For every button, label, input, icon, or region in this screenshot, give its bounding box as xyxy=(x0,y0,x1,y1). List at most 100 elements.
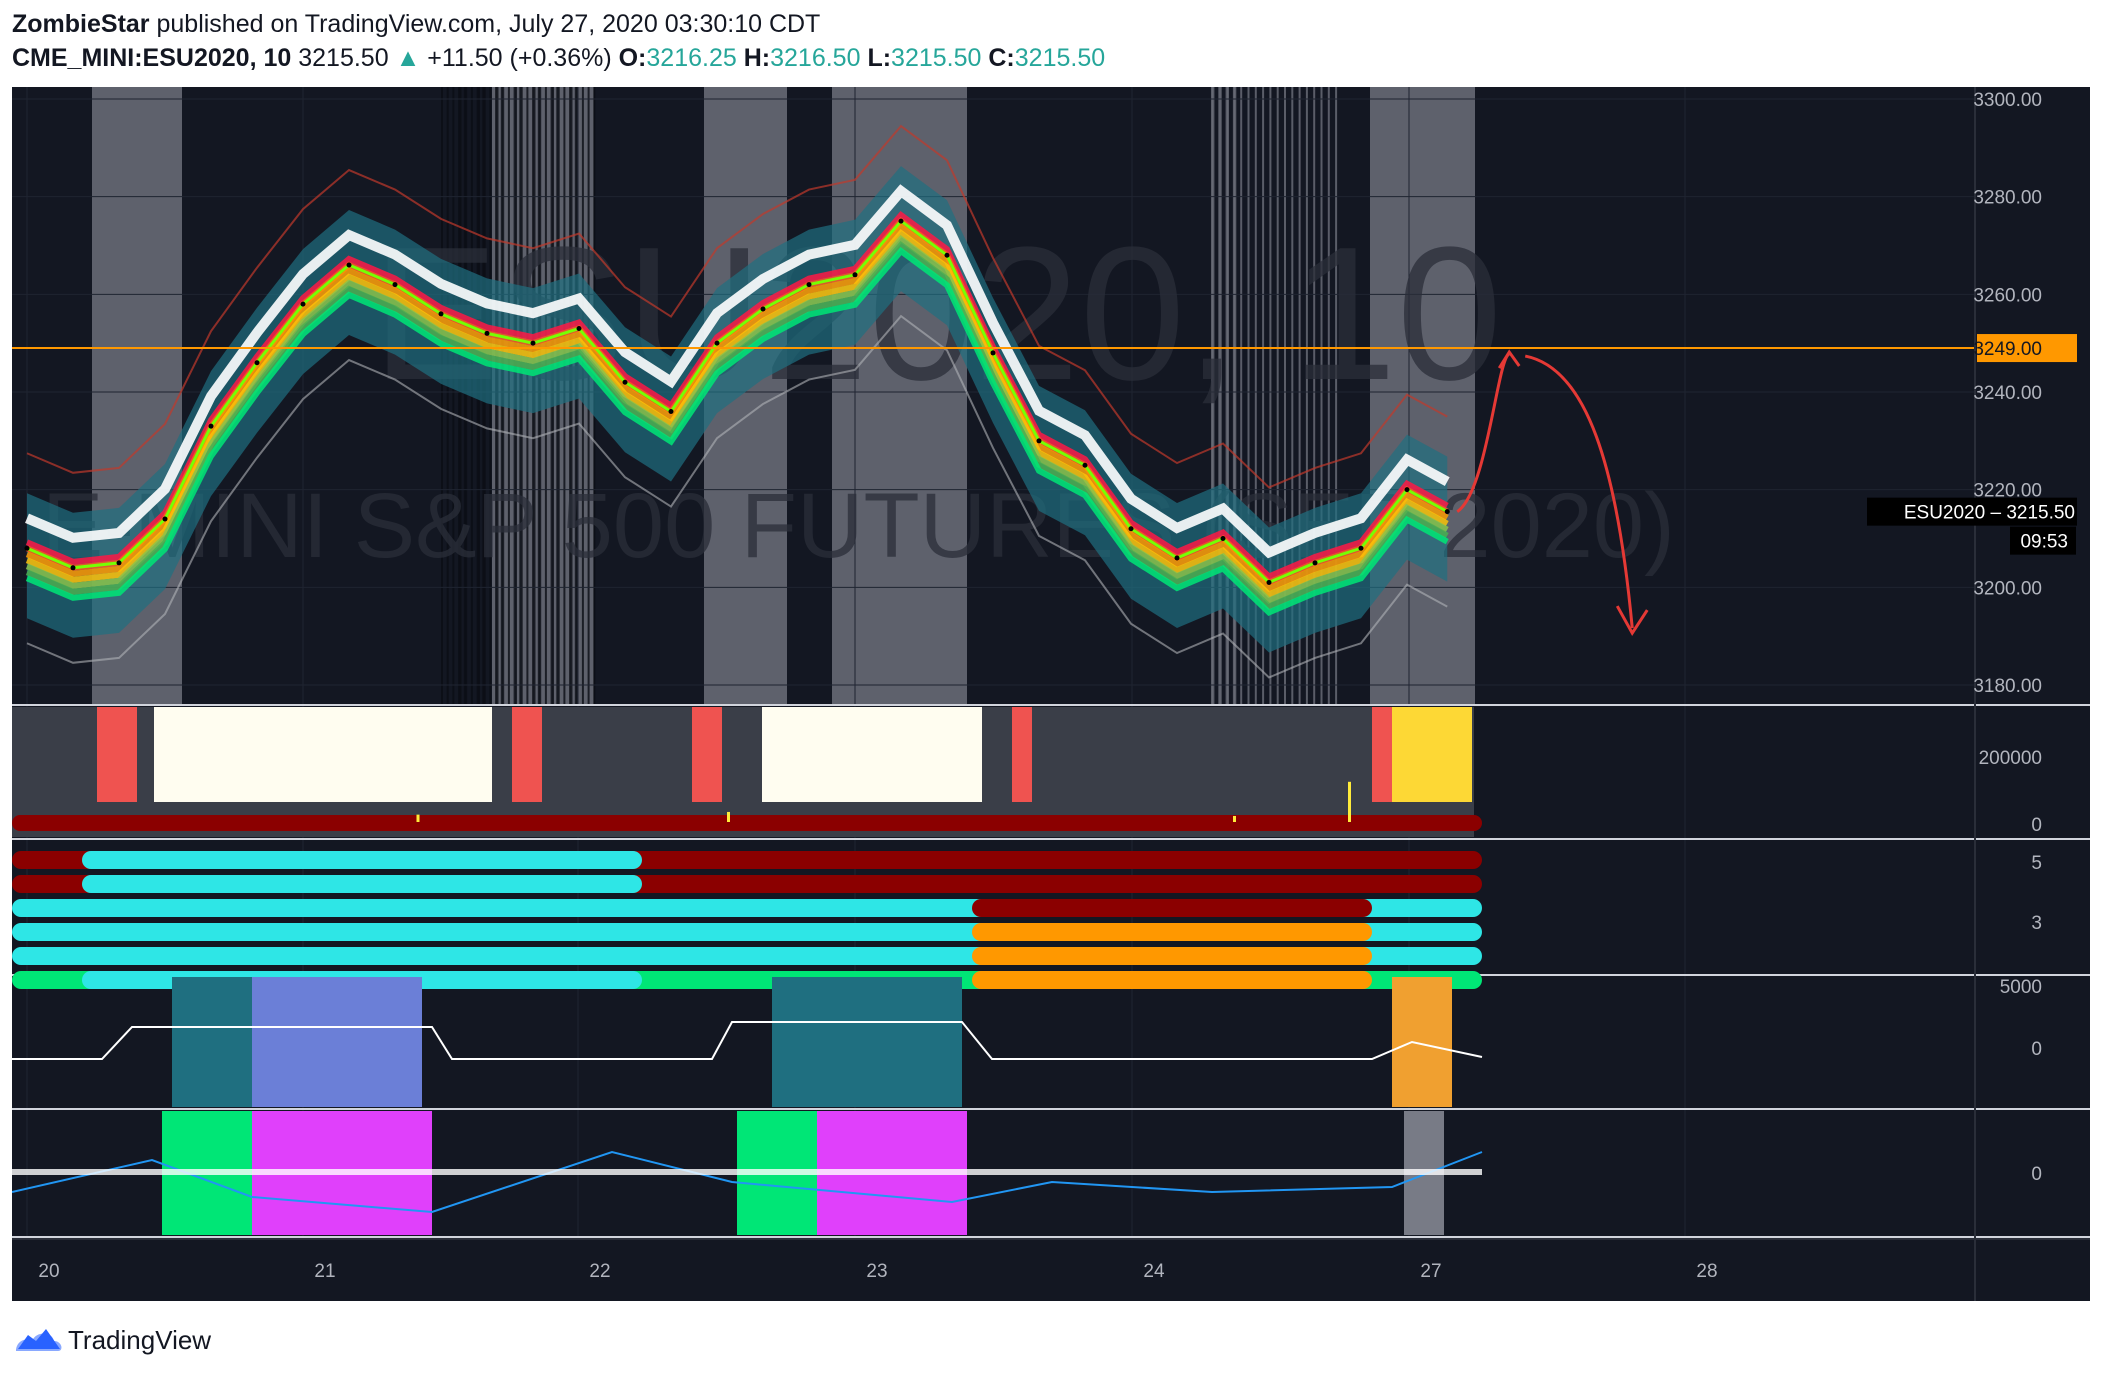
tradingview-logo-icon[interactable] xyxy=(14,1323,64,1353)
x-tick-label: 27 xyxy=(1420,1261,1441,1282)
oscillator-zone xyxy=(772,977,962,1107)
author-name[interactable]: ZombieStar xyxy=(12,10,150,38)
open-label: O: xyxy=(618,44,647,72)
price-point xyxy=(668,409,674,415)
price-point xyxy=(484,330,490,336)
price-point xyxy=(1128,526,1134,532)
price-point xyxy=(392,282,398,288)
high-label: H: xyxy=(743,44,771,72)
x-tick-label: 24 xyxy=(1143,1261,1165,1282)
pane-y-tick-label: 0 xyxy=(2031,1039,2042,1060)
price-point xyxy=(1444,509,1450,515)
dots-row-segment xyxy=(972,923,1372,941)
published-text: published on TradingView.com, July 27, 2… xyxy=(156,10,821,38)
low-value: 3215.50 xyxy=(891,44,982,72)
x-tick-label: 28 xyxy=(1696,1261,1717,1282)
price-point xyxy=(576,326,582,332)
volume-marker xyxy=(1012,707,1032,802)
level-label[interactable]: 3249.00 xyxy=(1973,339,2042,360)
price-point xyxy=(1358,545,1364,551)
volume-marker xyxy=(1372,707,1392,802)
volume-highlight xyxy=(154,707,492,802)
dots-row-segment xyxy=(972,971,1372,989)
price-point xyxy=(622,379,628,385)
pane-y-tick-label: 0 xyxy=(2031,1164,2042,1185)
dots-row-segment xyxy=(82,899,642,917)
pane-y-tick-label: 0 xyxy=(2031,815,2042,836)
last-price-label[interactable]: ESU2020 – 3215.50 xyxy=(1904,503,2075,524)
publish-line: ZombieStar published on TradingView.com,… xyxy=(12,10,820,39)
close-value: 3215.50 xyxy=(1014,44,1106,72)
price-point xyxy=(208,423,214,429)
pane-y-tick-label: 200000 xyxy=(1979,748,2042,769)
price-point xyxy=(898,218,904,224)
time-axis[interactable]: 20 21 22 23 24 27 28 xyxy=(12,1238,2090,1282)
price-point xyxy=(1404,487,1410,493)
low-label: L: xyxy=(867,44,892,72)
price-point xyxy=(1220,536,1226,541)
dots-row-segment xyxy=(972,899,1372,917)
price-point xyxy=(944,252,950,258)
price-point xyxy=(990,350,996,356)
price-point xyxy=(438,311,444,317)
y-tick-label: 3180.00 xyxy=(1973,676,2042,697)
oscillator-zone xyxy=(252,977,422,1107)
y-tick-label: 3280.00 xyxy=(1973,188,2042,209)
price-axis[interactable]: 3300.003280.003260.003240.003220.003200.… xyxy=(1867,87,2077,1301)
y-tick-label: 3200.00 xyxy=(1973,578,2042,599)
dots-row-segment xyxy=(82,875,642,893)
change-arrow-icon: ▲ xyxy=(395,44,421,72)
chart-svg[interactable]: ESU2020, 10 E-MINI S&P 500 FUTURES (SEP … xyxy=(12,87,2090,1301)
dots-row-segment xyxy=(972,851,1372,869)
tradingview-brand[interactable]: TradingView xyxy=(68,1325,211,1356)
dots-row-segment xyxy=(972,947,1372,965)
last-price: 3215.50 xyxy=(298,44,389,72)
price-point xyxy=(1036,438,1042,444)
open-value: 3216.25 xyxy=(646,44,737,72)
price-point xyxy=(760,306,766,312)
volume-marker xyxy=(512,707,542,802)
price-point xyxy=(346,262,352,268)
chart-footer: TradingView xyxy=(12,1301,2090,1376)
volume-marker xyxy=(97,707,137,802)
dots-row-segment xyxy=(82,923,642,941)
price-point xyxy=(852,272,858,278)
price-point xyxy=(1174,555,1180,561)
price-point xyxy=(1266,579,1272,585)
change-value: +11.50 (+0.36%) xyxy=(427,44,612,72)
oscillator-zone xyxy=(1392,977,1452,1107)
pane-y-tick-label: 5 xyxy=(2031,853,2042,874)
price-point xyxy=(24,545,30,551)
symbol-line: CME_MINI:ESU2020, 10 3215.50 ▲ +11.50 (+… xyxy=(12,44,1105,73)
close-label: C: xyxy=(988,44,1015,72)
x-tick-label: 22 xyxy=(589,1261,610,1282)
chart-header: ZombieStar published on TradingView.com,… xyxy=(0,0,2102,84)
pane-y-tick-label: 3 xyxy=(2031,913,2042,934)
indicator-panes xyxy=(12,704,2090,1238)
price-point xyxy=(530,340,536,346)
dots-row-segment xyxy=(972,875,1372,893)
price-point xyxy=(714,340,720,346)
price-point xyxy=(70,565,76,571)
y-tick-label: 3240.00 xyxy=(1973,383,2042,404)
price-point xyxy=(300,301,306,307)
price-point xyxy=(1312,560,1318,566)
price-point xyxy=(254,360,260,366)
y-tick-label: 3260.00 xyxy=(1973,285,2042,306)
price-point xyxy=(1082,462,1088,468)
dots-row-segment xyxy=(82,851,642,869)
countdown-label: 09:53 xyxy=(2020,532,2068,553)
price-point xyxy=(806,282,812,288)
price-point xyxy=(116,560,122,566)
x-tick-label: 20 xyxy=(38,1261,59,1282)
dots-row-segment xyxy=(82,947,642,965)
x-tick-label: 21 xyxy=(314,1261,335,1282)
price-point xyxy=(162,516,168,522)
dots-row xyxy=(12,815,1482,831)
symbol-title[interactable]: CME_MINI:ESU2020, 10 xyxy=(12,44,291,72)
y-tick-label: 3300.00 xyxy=(1973,90,2042,111)
chart-area[interactable]: ESU2020, 10 E-MINI S&P 500 FUTURES (SEP … xyxy=(12,87,2090,1301)
volume-marker xyxy=(692,707,722,802)
pane-y-tick-label: 5000 xyxy=(2000,977,2042,998)
x-tick-label: 23 xyxy=(866,1261,887,1282)
